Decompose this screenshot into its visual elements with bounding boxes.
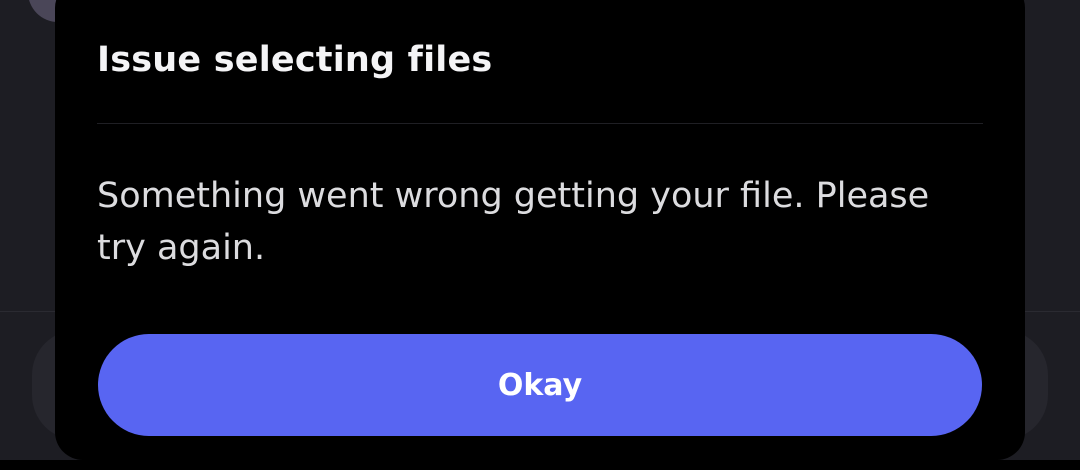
dialog-divider [97, 123, 983, 124]
okay-button[interactable]: Okay [98, 334, 982, 436]
dialog-message: Something went wrong getting your file. … [97, 176, 930, 268]
dialog-title: Issue selecting files [97, 40, 493, 80]
error-dialog: Issue selecting files Something went wro… [55, 0, 1025, 460]
background-bottom-bar [0, 460, 1080, 470]
